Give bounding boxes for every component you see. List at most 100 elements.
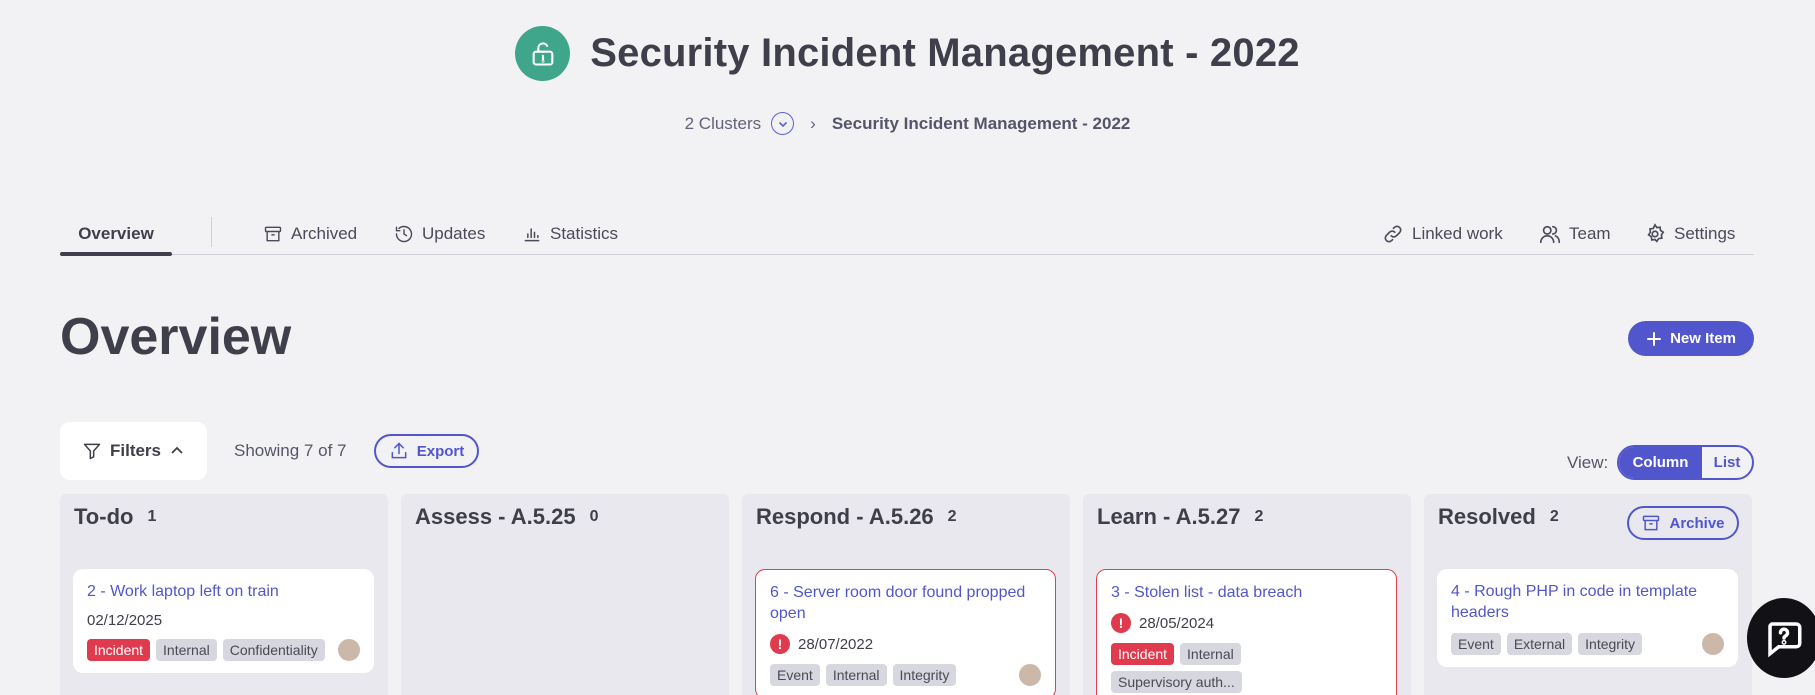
tab-statistics[interactable]: Statistics (522, 213, 618, 255)
history-icon (395, 225, 413, 243)
column-resolved: Resolved 2 Archive 4 - Rough PHP in code… (1424, 494, 1752, 695)
column-count: 2 (1254, 508, 1264, 525)
column-title: Resolved (1438, 504, 1536, 529)
breadcrumb-current: Security Incident Management - 2022 (831, 113, 1131, 133)
page-header: Security Incident Management - 2022 (0, 26, 1815, 81)
card-date-text: 02/12/2025 (87, 612, 163, 629)
tab-team[interactable]: Team (1539, 213, 1611, 255)
card-tags: Incident Internal Supervisory auth... (1111, 643, 1371, 693)
new-item-label: New Item (1670, 330, 1736, 347)
column-title: Assess - A.5.25 (415, 504, 576, 529)
work-item-card[interactable]: 3 - Stolen list - data breach ! 28/05/20… (1096, 569, 1397, 695)
tab-linked-work[interactable]: Linked work (1382, 213, 1503, 255)
view-column-button[interactable]: Column (1619, 447, 1702, 478)
column-count: 0 (589, 508, 599, 525)
column-assess: Assess - A.5.25 0 (401, 494, 729, 695)
tag: Integrity (1578, 633, 1642, 655)
column-count: 2 (947, 508, 957, 525)
breadcrumb: 2 Clusters › Security Incident Managemen… (0, 112, 1815, 135)
section-heading: Overview (60, 308, 292, 366)
card-date: 02/12/2025 (87, 612, 360, 629)
column-count: 2 (1549, 508, 1559, 525)
column-title: Respond - A.5.26 (756, 504, 934, 529)
tag: Supervisory auth... (1111, 671, 1242, 693)
column-to-do: To-do 1 2 - Work laptop left on train 02… (60, 494, 388, 695)
filters-button[interactable]: Filters (60, 422, 207, 480)
tab-linked-work-label: Linked work (1412, 224, 1503, 243)
view-list-button[interactable]: List (1702, 447, 1752, 478)
tag: External (1506, 633, 1573, 655)
work-item-card[interactable]: 4 - Rough PHP in code in template header… (1437, 569, 1738, 667)
card-title[interactable]: 4 - Rough PHP in code in template header… (1451, 581, 1724, 623)
page-title: Security Incident Management - 2022 (590, 31, 1300, 75)
tag: Incident (87, 639, 151, 661)
view-label: View: (1567, 453, 1609, 472)
help-chat-button[interactable] (1747, 598, 1815, 678)
column-title: Learn - A.5.27 (1097, 504, 1241, 529)
link-icon (1384, 225, 1402, 243)
upload-icon (391, 442, 407, 459)
alert-icon: ! (1111, 613, 1131, 633)
avatar (336, 637, 362, 663)
archive-label: Archive (1669, 514, 1725, 532)
export-label: Export (416, 442, 465, 460)
export-button[interactable]: Export (374, 434, 479, 468)
card-date-text: 28/05/2024 (1139, 614, 1215, 632)
archive-icon (1643, 515, 1660, 531)
archive-button[interactable]: Archive (1627, 506, 1739, 540)
tag: Confidentiality (222, 639, 325, 661)
bar-chart-icon (524, 228, 540, 242)
column-header: Respond - A.5.26 2 (756, 504, 957, 530)
card-tags: Incident Internal Confidentiality (87, 639, 347, 661)
column-header: Assess - A.5.25 0 (415, 504, 599, 530)
card-date-text: 28/07/2022 (798, 635, 874, 653)
card-title[interactable]: 2 - Work laptop left on train (87, 581, 360, 602)
card-title[interactable]: 6 - Server room door found propped open (770, 582, 1041, 624)
tab-team-label: Team (1569, 224, 1611, 243)
card-date: ! 28/07/2022 (770, 634, 1041, 654)
tag: Integrity (892, 664, 957, 686)
tab-archived[interactable]: Archived (263, 213, 357, 255)
chat-question-icon (1768, 622, 1802, 658)
filters-label: Filters (109, 441, 162, 460)
chevron-up-icon (171, 446, 183, 454)
new-item-button[interactable]: New Item (1628, 321, 1754, 356)
tab-bar: Overview Archived Updates Statistics Lin… (60, 213, 1754, 256)
tag: Event (1451, 633, 1501, 655)
tab-updates-label: Updates (422, 224, 486, 243)
chevron-right-icon: › (810, 113, 816, 133)
tab-overview[interactable]: Overview (60, 213, 172, 256)
tab-archived-label: Archived (291, 224, 358, 243)
tag: Event (770, 664, 820, 686)
card-title[interactable]: 3 - Stolen list - data breach (1111, 582, 1382, 603)
card-tags: Event External Integrity (1451, 633, 1711, 655)
column-count: 1 (147, 508, 157, 525)
view-toggle: Column List (1617, 445, 1754, 480)
column-respond: Respond - A.5.26 2 6 - Server room door … (742, 494, 1070, 695)
funnel-icon (83, 443, 101, 460)
tag: Internal (1180, 643, 1241, 665)
card-tags: Event Internal Integrity (770, 664, 1030, 686)
card-date: ! 28/05/2024 (1111, 613, 1382, 633)
team-icon (1540, 225, 1560, 244)
column-header: Learn - A.5.27 2 (1097, 504, 1263, 530)
tag: Internal (156, 639, 217, 661)
column-learn: Learn - A.5.27 2 3 - Stolen list - data … (1083, 494, 1411, 695)
tab-updates[interactable]: Updates (394, 213, 485, 255)
avatar (1017, 662, 1043, 688)
tag: Incident (1111, 643, 1175, 665)
gear-icon (1647, 223, 1665, 243)
breadcrumb-clusters[interactable]: 2 Clusters (685, 114, 762, 134)
work-item-card[interactable]: 6 - Server room door found propped open … (755, 569, 1056, 695)
avatar (1700, 631, 1726, 657)
chevron-down-icon[interactable] (771, 112, 795, 135)
alert-icon: ! (770, 634, 790, 654)
work-item-card[interactable]: 2 - Work laptop left on train 02/12/2025… (73, 569, 374, 673)
tag: Internal (825, 664, 887, 686)
column-header: To-do 1 (74, 504, 156, 530)
archive-icon (264, 226, 282, 242)
unlocked-padlock-icon (515, 26, 571, 81)
result-count: Showing 7 of 7 (234, 441, 347, 460)
tab-settings[interactable]: Settings (1644, 213, 1735, 255)
tab-divider (211, 217, 212, 247)
